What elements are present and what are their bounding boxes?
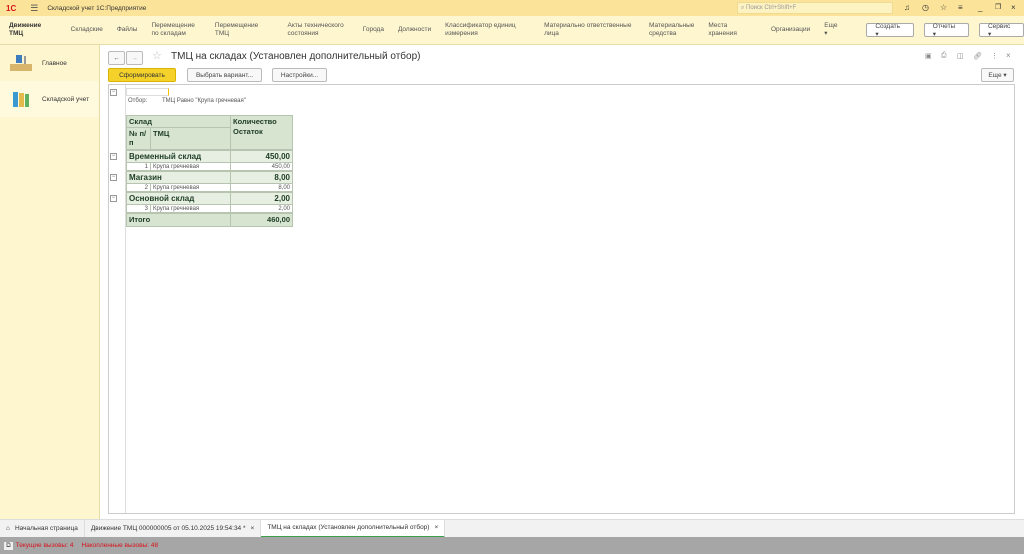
create-button[interactable]: Создать ▾ (866, 23, 914, 38)
collapse-icon[interactable]: − (110, 174, 117, 181)
header-number: № п/п (126, 127, 151, 150)
sidebar: Главное Складской учет (0, 45, 100, 519)
more-actions-icon[interactable]: ⋮ (991, 52, 998, 60)
tab-label: ТМЦ на складах (Установлен дополнительны… (267, 524, 430, 531)
row-number: 3 (126, 204, 151, 213)
close-form-icon[interactable]: × (1006, 51, 1011, 60)
filter-label: Отбор: (128, 98, 148, 104)
collapse-icon[interactable]: − (110, 195, 117, 202)
header-rest-text: Остаток (233, 127, 263, 136)
books-icon (13, 92, 29, 107)
nav-positions[interactable]: Должности (398, 26, 431, 34)
close-tab-icon[interactable]: × (251, 525, 255, 532)
reports-button[interactable]: Отчеты ▾ (923, 23, 969, 38)
total-value: 460,00 (230, 213, 293, 227)
nav-storage[interactable]: Места хранения (708, 22, 757, 38)
link-icon[interactable]: 🔗︎ (973, 52, 982, 60)
collapse-icon[interactable]: − (110, 89, 117, 96)
nav-assets[interactable]: Материальные средства (649, 22, 694, 38)
minimize-icon[interactable]: _ (978, 3, 982, 12)
collapse-icon[interactable]: − (110, 153, 117, 160)
accumulated-calls: Накопленные вызовы: 48 (81, 542, 159, 549)
nav-responsible[interactable]: Материально ответственные лица (544, 22, 635, 38)
form-title: ТМЦ на складах (Установлен дополнительны… (171, 51, 421, 62)
filter-value: ТМЦ Равно "Крупа гречневая" (162, 98, 246, 104)
nav-warehouses[interactable]: Складские (71, 26, 103, 34)
save-icon[interactable]: ▣ (925, 52, 932, 60)
total-label: Итого (126, 213, 231, 227)
tab-label: Движение ТМЦ 000000005 от 05.10.2025 19:… (90, 525, 246, 532)
menu-icon[interactable]: ☰ (30, 3, 38, 14)
row-number: 2 (126, 183, 151, 192)
header-qty-text: Количество (233, 117, 277, 126)
nav-cities[interactable]: Города (363, 26, 384, 34)
print-icon[interactable]: ⎙ (941, 52, 947, 60)
more-button[interactable]: Еще ▾ (981, 68, 1014, 82)
app-title: Складской учет 1С:Предприятие (47, 4, 147, 12)
back-button[interactable]: ← (108, 51, 125, 65)
sidebar-item-label: Главное (42, 59, 67, 67)
section-nav: Движение ТМЦ Складские Файлы Перемещение… (0, 16, 1024, 45)
nav-more[interactable]: Еще ▾ (824, 22, 842, 38)
settings-menu-icon[interactable]: ≡ (958, 3, 963, 12)
nav-organizations[interactable]: Организации (771, 26, 810, 34)
desk-icon (10, 55, 32, 71)
header-quantity: Количество Остаток (230, 115, 293, 150)
history-icon[interactable]: ◷ (922, 3, 929, 12)
1c-logo-icon: 1С (6, 3, 17, 13)
open-tabs-bar: ⌂ Начальная страница Движение ТМЦ 0000000… (0, 519, 1024, 538)
row-quantity: 450,00 (230, 162, 293, 171)
sidebar-item-warehouse[interactable]: Складской учет (0, 81, 99, 117)
sidebar-item-label: Складской учет (42, 95, 90, 103)
search-placeholder: Поиск Ctrl+Shift+F (746, 5, 797, 11)
nav-movement[interactable]: Движение ТМЦ (9, 22, 57, 38)
row-number: 1 (126, 162, 151, 171)
row-item: Крупа гречневая (150, 162, 231, 171)
home-icon: ⌂ (6, 525, 10, 532)
close-tab-icon[interactable]: × (434, 524, 438, 531)
status-bar: ⧉ Текущие вызовы: 4 Накопленные вызовы: … (0, 537, 1024, 554)
tab-report[interactable]: ТМЦ на складах (Установлен дополнительны… (261, 519, 446, 538)
preview-icon[interactable]: ◫ (957, 52, 964, 60)
service-button[interactable]: Сервис ▾ (978, 23, 1024, 38)
row-quantity: 8,00 (230, 183, 293, 192)
current-calls: Текущие вызовы: 4 (15, 542, 74, 549)
restore-icon[interactable]: ❐ (995, 3, 1001, 11)
nav-units[interactable]: Классификатор единиц измерения (445, 22, 530, 38)
favorite-star-icon[interactable]: ☆ (152, 49, 162, 62)
nav-tech-acts[interactable]: Акты технического состояния (288, 22, 349, 38)
windows-icon[interactable]: ⧉ (4, 541, 13, 550)
star-icon[interactable]: ☆ (940, 3, 947, 12)
row-item: Крупа гречневая (150, 204, 231, 213)
row-quantity: 2,00 (230, 204, 293, 213)
row-item: Крупа гречневая (150, 183, 231, 192)
tab-movement-doc[interactable]: Движение ТМЦ 000000005 от 05.10.2025 19:… (85, 519, 262, 538)
nav-files[interactable]: Файлы (117, 26, 138, 34)
forward-button[interactable]: → (126, 51, 143, 65)
generate-button[interactable]: Сформировать (108, 68, 176, 82)
header-item: ТМЦ (150, 127, 231, 150)
selected-cell[interactable] (126, 88, 169, 96)
select-variant-button[interactable]: Выбрать вариант... (187, 68, 262, 82)
bell-icon[interactable]: ♫ (904, 3, 910, 12)
sidebar-item-main[interactable]: Главное (0, 45, 99, 81)
report-spreadsheet[interactable]: − Отбор: ТМЦ Равно "Крупа гречневая" Скл… (108, 84, 1015, 514)
nav-transfer-items[interactable]: Перемещение ТМЦ (215, 22, 274, 38)
nav-transfer-warehouses[interactable]: Перемещение по складам (151, 22, 200, 38)
settings-button[interactable]: Настройки... (272, 68, 327, 82)
tab-home[interactable]: ⌂ Начальная страница (0, 519, 85, 538)
close-icon[interactable]: × (1011, 3, 1016, 12)
tab-label: Начальная страница (14, 525, 78, 532)
title-bar: 1С ☰ Складской учет 1С:Предприятие ⌕ Пои… (0, 0, 1024, 16)
search-input[interactable]: ⌕ Поиск Ctrl+Shift+F (737, 2, 893, 14)
